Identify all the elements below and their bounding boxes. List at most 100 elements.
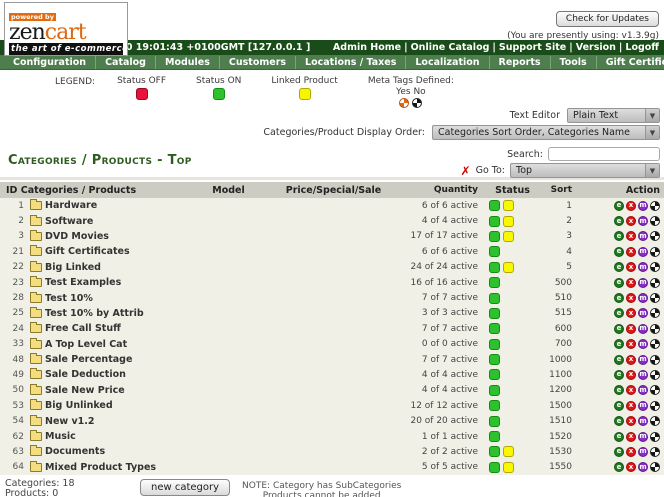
status-on-indicator[interactable]	[489, 246, 500, 257]
category-link[interactable]: A Top Level Cat	[45, 339, 127, 350]
menu-item-gift-certificate-coupons[interactable]: Gift Certificate/Coupons	[597, 56, 664, 69]
move-icon[interactable]: m	[638, 416, 648, 426]
nav-link-version[interactable]: Version	[576, 42, 616, 53]
menu-item-localization[interactable]: Localization	[406, 56, 489, 69]
linked-product-indicator[interactable]	[503, 446, 514, 457]
status-on-indicator[interactable]	[489, 462, 500, 473]
menu-item-modules[interactable]: Modules	[156, 56, 220, 69]
linked-product-indicator[interactable]	[503, 231, 514, 242]
meta-icon[interactable]	[650, 385, 660, 395]
move-icon[interactable]: m	[638, 231, 648, 241]
category-link[interactable]: DVD Movies	[45, 231, 109, 242]
edit-icon[interactable]: e	[614, 293, 624, 303]
delete-icon[interactable]: x	[626, 401, 636, 411]
meta-icon[interactable]	[650, 324, 660, 334]
status-on-indicator[interactable]	[489, 308, 500, 319]
category-link[interactable]: Mixed Product Types	[45, 462, 156, 473]
move-icon[interactable]: m	[638, 262, 648, 272]
edit-icon[interactable]: e	[614, 355, 624, 365]
edit-icon[interactable]: e	[614, 401, 624, 411]
edit-icon[interactable]: e	[614, 385, 624, 395]
delete-icon[interactable]: x	[626, 201, 636, 211]
move-icon[interactable]: m	[638, 247, 648, 257]
edit-icon[interactable]: e	[614, 416, 624, 426]
menu-item-reports[interactable]: Reports	[490, 56, 551, 69]
category-link[interactable]: Gift Certificates	[45, 246, 130, 257]
meta-icon[interactable]	[650, 201, 660, 211]
category-link[interactable]: Documents	[45, 446, 105, 457]
category-link[interactable]: Sale Deduction	[45, 369, 126, 380]
goto-select[interactable]: Top ▼	[510, 163, 660, 178]
meta-icon[interactable]	[650, 355, 660, 365]
move-icon[interactable]: m	[638, 462, 648, 472]
category-link[interactable]: Sale Percentage	[45, 354, 132, 365]
delete-icon[interactable]: x	[626, 231, 636, 241]
category-link[interactable]: Hardware	[45, 200, 97, 211]
meta-icon[interactable]	[650, 462, 660, 472]
category-link[interactable]: Music	[45, 431, 76, 442]
status-on-indicator[interactable]	[489, 277, 500, 288]
delete-icon[interactable]: x	[626, 462, 636, 472]
status-on-indicator[interactable]	[489, 431, 500, 442]
category-link[interactable]: Test 10%	[45, 293, 93, 304]
linked-product-indicator[interactable]	[503, 216, 514, 227]
status-on-indicator[interactable]	[489, 354, 500, 365]
status-on-indicator[interactable]	[489, 369, 500, 380]
delete-icon[interactable]: x	[626, 308, 636, 318]
delete-icon[interactable]: x	[626, 278, 636, 288]
move-icon[interactable]: m	[638, 370, 648, 380]
edit-icon[interactable]: e	[614, 247, 624, 257]
menu-item-tools[interactable]: Tools	[551, 56, 597, 69]
check-for-updates-button[interactable]: Check for Updates	[556, 11, 659, 27]
edit-icon[interactable]: e	[614, 308, 624, 318]
status-on-indicator[interactable]	[489, 400, 500, 411]
delete-icon[interactable]: x	[626, 216, 636, 226]
meta-icon[interactable]	[650, 416, 660, 426]
status-on-indicator[interactable]	[489, 323, 500, 334]
delete-icon[interactable]: x	[626, 355, 636, 365]
status-on-indicator[interactable]	[489, 200, 500, 211]
zen-cart-logo[interactable]: powered by zencart the art of e-commerce	[4, 2, 128, 56]
display-order-select[interactable]: Categories Sort Order, Categories Name ▼	[432, 125, 660, 140]
status-on-indicator[interactable]	[489, 385, 500, 396]
move-icon[interactable]: m	[638, 385, 648, 395]
meta-icon[interactable]	[650, 262, 660, 272]
move-icon[interactable]: m	[638, 278, 648, 288]
delete-icon[interactable]: x	[626, 339, 636, 349]
category-link[interactable]: Software	[45, 216, 93, 227]
delete-icon[interactable]: x	[626, 293, 636, 303]
meta-icon[interactable]	[650, 231, 660, 241]
edit-icon[interactable]: e	[614, 262, 624, 272]
nav-link-logoff[interactable]: Logoff	[625, 42, 659, 53]
text-editor-select[interactable]: Plain Text ▼	[567, 108, 660, 123]
nav-link-admin-home[interactable]: Admin Home	[333, 42, 401, 53]
delete-icon[interactable]: x	[626, 370, 636, 380]
move-icon[interactable]: m	[638, 293, 648, 303]
move-icon[interactable]: m	[638, 355, 648, 365]
status-on-indicator[interactable]	[489, 231, 500, 242]
meta-icon[interactable]	[650, 247, 660, 257]
delete-icon[interactable]: x	[626, 262, 636, 272]
category-link[interactable]: Test Examples	[45, 277, 121, 288]
linked-product-indicator[interactable]	[503, 200, 514, 211]
nav-link-online-catalog[interactable]: Online Catalog	[411, 42, 490, 53]
move-icon[interactable]: m	[638, 324, 648, 334]
status-on-indicator[interactable]	[489, 262, 500, 273]
move-icon[interactable]: m	[638, 216, 648, 226]
menu-item-configuration[interactable]: Configuration	[4, 56, 96, 69]
menu-item-locations-taxes[interactable]: Locations / Taxes	[296, 56, 406, 69]
status-on-indicator[interactable]	[489, 446, 500, 457]
meta-icon[interactable]	[650, 308, 660, 318]
delete-icon[interactable]: x	[626, 247, 636, 257]
category-link[interactable]: Sale New Price	[45, 385, 125, 396]
edit-icon[interactable]: e	[614, 370, 624, 380]
move-icon[interactable]: m	[638, 339, 648, 349]
status-on-indicator[interactable]	[489, 339, 500, 350]
nav-link-support-site[interactable]: Support Site	[499, 42, 566, 53]
meta-icon[interactable]	[650, 339, 660, 349]
delete-icon[interactable]: x	[626, 385, 636, 395]
edit-icon[interactable]: e	[614, 216, 624, 226]
delete-icon[interactable]: x	[626, 416, 636, 426]
meta-icon[interactable]	[650, 293, 660, 303]
edit-icon[interactable]: e	[614, 201, 624, 211]
